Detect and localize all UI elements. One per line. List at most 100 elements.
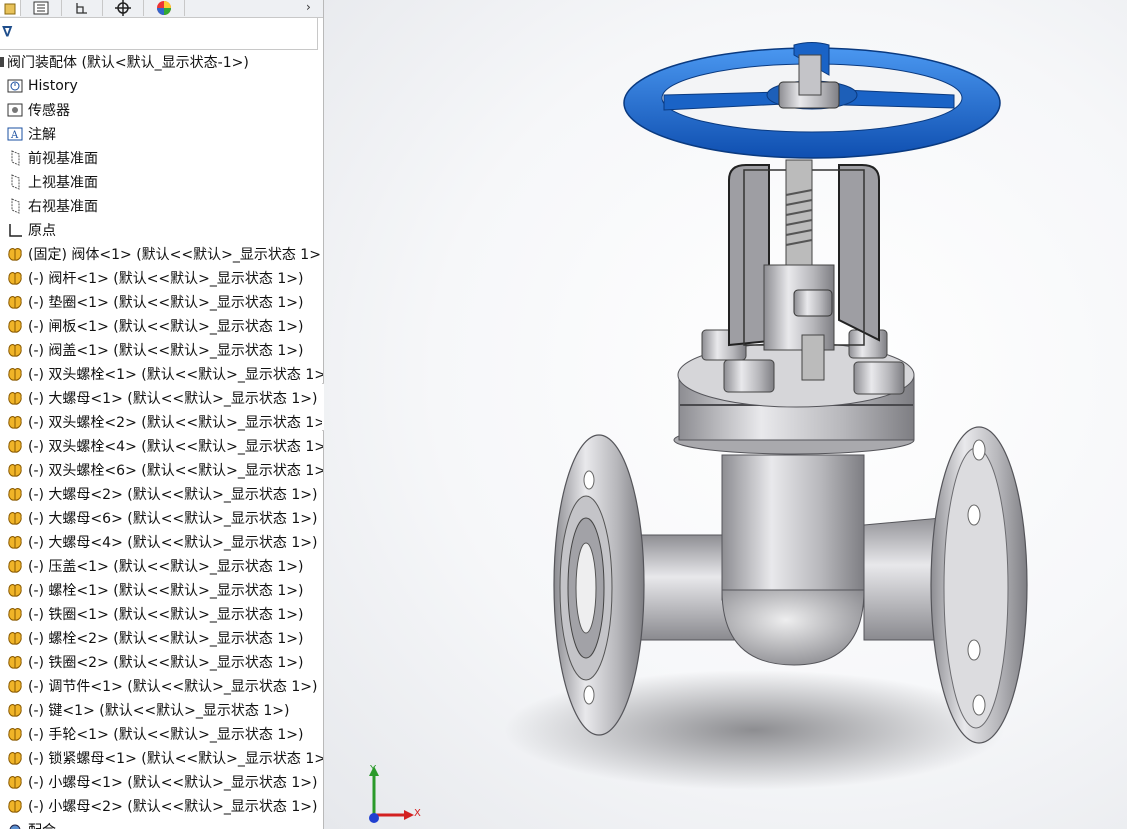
tree-item-label: 配合	[28, 820, 56, 829]
tree-item[interactable]: (-) 锁紧螺母<1> (默认<<默认>_显示状态 1>)	[6, 746, 323, 770]
tree-item[interactable]: (-) 双头螺栓<1> (默认<<默认>_显示状态 1>)	[6, 362, 324, 386]
tree-item-label: (固定) 阀体<1> (默认<<默认>_显示状态 1>	[28, 247, 321, 263]
tree-item[interactable]: (-) 小螺母<2> (默认<<默认>_显示状态 1>)	[6, 794, 317, 818]
tree-item[interactable]: 上视基准面	[6, 170, 98, 194]
history-icon	[6, 77, 24, 95]
tree-item-label: (-) 双头螺栓<1> (默认<<默认>_显示状态 1>)	[28, 367, 324, 383]
tree-item[interactable]: 配合	[6, 818, 56, 829]
bolt-hole	[967, 504, 981, 526]
bolt-hole	[583, 685, 595, 705]
tree-item[interactable]: (-) 阀杆<1> (默认<<默认>_显示状态 1>)	[6, 266, 303, 290]
tree-item-label: (-) 铁圈<2> (默认<<默认>_显示状态 1>)	[28, 655, 304, 671]
manager-tabs: ›	[0, 0, 323, 18]
tabs-scroll-right-arrow-icon[interactable]: ›	[306, 0, 311, 14]
tree-item[interactable]: (-) 双头螺栓<2> (默认<<默认>_显示状态 1>)	[6, 410, 324, 434]
part-icon	[6, 557, 24, 575]
part-icon	[6, 629, 24, 647]
x-axis-label: X	[414, 808, 421, 819]
tree-item[interactable]: (-) 大螺母<1> (默认<<默认>_显示状态 1>)	[6, 386, 317, 410]
part-icon	[6, 389, 24, 407]
tree-item[interactable]: (-) 键<1> (默认<<默认>_显示状态 1>)	[6, 698, 289, 722]
tree-item[interactable]: (-) 压盖<1> (默认<<默认>_显示状态 1>)	[6, 554, 303, 578]
tree-item-label: (-) 螺栓<2> (默认<<默认>_显示状态 1>)	[28, 631, 304, 647]
tree-item-label: (-) 调节件<1> (默认<<默认>_显示状态 1>)	[28, 679, 318, 695]
tree-item[interactable]: (-) 闸板<1> (默认<<默认>_显示状态 1>)	[6, 314, 303, 338]
tree-filter-bar[interactable]: 𝛁	[0, 17, 318, 50]
tree-item[interactable]: History	[6, 74, 78, 98]
tree-item-label: 右视基准面	[28, 199, 98, 215]
yoke-right-arm[interactable]	[838, 164, 880, 342]
tree-item[interactable]: A 注解	[6, 122, 56, 146]
tree-item-label: (-) 小螺母<1> (默认<<默认>_显示状态 1>)	[28, 775, 318, 791]
display-manager-tab[interactable]	[144, 0, 185, 16]
stem-top	[798, 54, 822, 96]
graphics-viewport[interactable]: Y X	[324, 0, 1127, 829]
mates-icon	[6, 821, 24, 829]
tree-item-label: (-) 双头螺栓<4> (默认<<默认>_显示状态 1>)	[28, 439, 324, 455]
tree-item[interactable]: 右视基准面	[6, 194, 98, 218]
origin-icon	[6, 221, 24, 239]
part-icon	[6, 701, 24, 719]
tree-item[interactable]: (-) 铁圈<2> (默认<<默认>_显示状态 1>)	[6, 650, 303, 674]
tree-item[interactable]: (-) 垫圈<1> (默认<<默认>_显示状态 1>)	[6, 290, 303, 314]
gland-nut	[793, 289, 833, 317]
filter-icon[interactable]: 𝛁	[2, 24, 12, 40]
tree-item-label: (-) 双头螺栓<2> (默认<<默认>_显示状态 1>)	[28, 415, 324, 431]
assembly-name: 阀门装配体 (默认<默认_显示状态-1>)	[7, 55, 249, 71]
tree-item-label: (-) 双头螺栓<6> (默认<<默认>_显示状态 1>)	[28, 463, 324, 479]
part-icon	[6, 797, 24, 815]
expand-toggle-icon[interactable]	[0, 57, 4, 67]
tree-item[interactable]: 传感器	[6, 98, 70, 122]
part-icon	[6, 653, 24, 671]
tree-item-label: (-) 垫圈<1> (默认<<默认>_显示状态 1>)	[28, 295, 304, 311]
tree-item[interactable]: (-) 双头螺栓<6> (默认<<默认>_显示状态 1>)	[6, 458, 324, 482]
svg-text:A: A	[10, 130, 19, 141]
property-manager-tab[interactable]	[21, 0, 62, 16]
part-icon	[6, 509, 24, 527]
configuration-manager-tab[interactable]	[62, 0, 103, 16]
tree-item[interactable]: 前视基准面	[6, 146, 98, 170]
dimxpert-tab[interactable]	[103, 0, 144, 16]
tree-item-label: (-) 螺栓<1> (默认<<默认>_显示状态 1>)	[28, 583, 304, 599]
tree-item[interactable]: (-) 螺栓<2> (默认<<默认>_显示状态 1>)	[6, 626, 303, 650]
tree-root-assembly[interactable]: 阀门装配体 (默认<默认_显示状态-1>)	[0, 50, 249, 74]
property-list-icon	[33, 1, 49, 15]
tree-item[interactable]: (-) 双头螺栓<4> (默认<<默认>_显示状态 1>)	[6, 434, 324, 458]
tree-item[interactable]: (-) 大螺母<2> (默认<<默认>_显示状态 1>)	[6, 482, 317, 506]
tree-item[interactable]: (-) 大螺母<6> (默认<<默认>_显示状态 1>)	[6, 506, 317, 530]
tree-item-label: (-) 阀盖<1> (默认<<默认>_显示状态 1>)	[28, 343, 304, 359]
plane-icon	[6, 149, 24, 167]
part-icon	[6, 293, 24, 311]
sensor-icon	[6, 101, 24, 119]
part-icon	[6, 677, 24, 695]
tree-item[interactable]: (-) 调节件<1> (默认<<默认>_显示状态 1>)	[6, 674, 317, 698]
tree-item-label: (-) 闸板<1> (默认<<默认>_显示状态 1>)	[28, 319, 304, 335]
tree-item-label: (-) 手轮<1> (默认<<默认>_显示状态 1>)	[28, 727, 304, 743]
tree-item[interactable]: (-) 阀盖<1> (默认<<默认>_显示状态 1>)	[6, 338, 303, 362]
tree-item[interactable]: 原点	[6, 218, 56, 242]
tree-item[interactable]: (-) 手轮<1> (默认<<默认>_显示状态 1>)	[6, 722, 303, 746]
tree-item-label: 传感器	[28, 103, 70, 119]
tree-item-label: (-) 阀杆<1> (默认<<默认>_显示状态 1>)	[28, 271, 304, 287]
valve-body-bowl	[721, 589, 865, 666]
tree-item-label: (-) 小螺母<2> (默认<<默认>_显示状态 1>)	[28, 799, 318, 815]
tree-item-label: (-) 大螺母<2> (默认<<默认>_显示状态 1>)	[28, 487, 318, 503]
valve-model-render[interactable]	[324, 0, 1127, 829]
tree-item[interactable]: (-) 小螺母<1> (默认<<默认>_显示状态 1>)	[6, 770, 317, 794]
color-wheel-icon	[157, 1, 171, 15]
tree-item[interactable]: (-) 螺栓<1> (默认<<默认>_显示状态 1>)	[6, 578, 303, 602]
part-icon	[6, 245, 24, 263]
tree-item[interactable]: (固定) 阀体<1> (默认<<默认>_显示状态 1>	[6, 242, 321, 266]
z-axis-dot	[369, 813, 379, 823]
part-icon	[6, 269, 24, 287]
gland-bolt	[801, 334, 825, 381]
tree-item[interactable]: (-) 大螺母<4> (默认<<默认>_显示状态 1>)	[6, 530, 317, 554]
feature-manager-tab[interactable]	[0, 0, 21, 16]
tree-item[interactable]: (-) 铁圈<1> (默认<<默认>_显示状态 1>)	[6, 602, 303, 626]
valve-body[interactable]	[721, 454, 865, 601]
part-icon	[6, 341, 24, 359]
part-icon	[6, 773, 24, 791]
left-pipe[interactable]	[638, 534, 735, 641]
x-axis-arrowhead	[404, 810, 414, 820]
tree-item-label: (-) 大螺母<6> (默认<<默认>_显示状态 1>)	[28, 511, 318, 527]
